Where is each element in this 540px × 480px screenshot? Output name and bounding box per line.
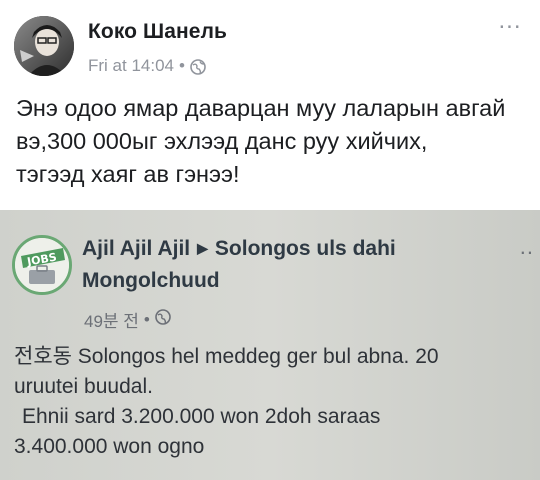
post-photo[interactable]: JOBS Ajil Ajil Ajil ▶ Solongos uls dahi Mo… xyxy=(0,210,540,480)
meta-separator: • xyxy=(179,56,185,75)
avatar-image xyxy=(14,16,74,76)
globe-icon xyxy=(155,309,171,330)
more-options-icon[interactable]: ... xyxy=(494,9,526,36)
author-name[interactable]: Коко Шанель xyxy=(88,20,227,44)
shared-body-line: 전호동 Solongos hel meddeg ger bul abna. 20 xyxy=(14,345,439,368)
shared-body-line: uruutei buudal. xyxy=(14,375,153,398)
post-timestamp[interactable]: Fri at 14:04 xyxy=(88,56,174,76)
shared-more-icon: .. xyxy=(519,234,534,259)
shared-post-meta: 49분 전 • xyxy=(84,307,171,332)
post-text-line: вэ,300 000ыг эхлээд данс руу хийчих, xyxy=(16,128,428,154)
shared-page-avatar: JOBS xyxy=(12,235,72,295)
globe-icon[interactable] xyxy=(190,58,206,75)
post-meta: Fri at 14:04 • xyxy=(88,56,206,76)
shared-screenshot: JOBS Ajil Ajil Ajil ▶ Solongos uls dahi Mo… xyxy=(0,210,540,480)
shared-meta-separator: • xyxy=(143,309,150,329)
shared-body-line: Ehnii sard 3.200.000 won 2doh saraas xyxy=(22,405,381,428)
post-text-line: тэгээд хаяг ав гэнээ! xyxy=(16,161,240,187)
triangle-right-icon: ▶ xyxy=(197,240,208,256)
shared-group-name-cont[interactable]: Mongolchuud xyxy=(82,266,220,296)
shared-page-name[interactable]: Ajil Ajil Ajil xyxy=(82,237,190,260)
shared-time-ago: 49분 전 xyxy=(84,312,139,331)
post-text-line: Энэ одоо ямар даварцан муу лаларын авгай xyxy=(16,95,506,121)
shared-group-name[interactable]: Solongos uls dahi xyxy=(215,237,396,260)
shared-body-line: 3.400.000 won ogno xyxy=(14,435,205,458)
post-header: Коко Шанель Fri at 14:04 • ... xyxy=(0,0,540,92)
shared-post-body: 전호동 Solongos hel meddeg ger bul abna. 20… xyxy=(14,342,540,462)
author-avatar[interactable] xyxy=(14,16,74,76)
shared-post-title: Ajil Ajil Ajil ▶ Solongos uls dahi xyxy=(82,234,396,265)
post-text: Энэ одоо ямар даварцан муу лаларын авгай… xyxy=(16,92,531,191)
